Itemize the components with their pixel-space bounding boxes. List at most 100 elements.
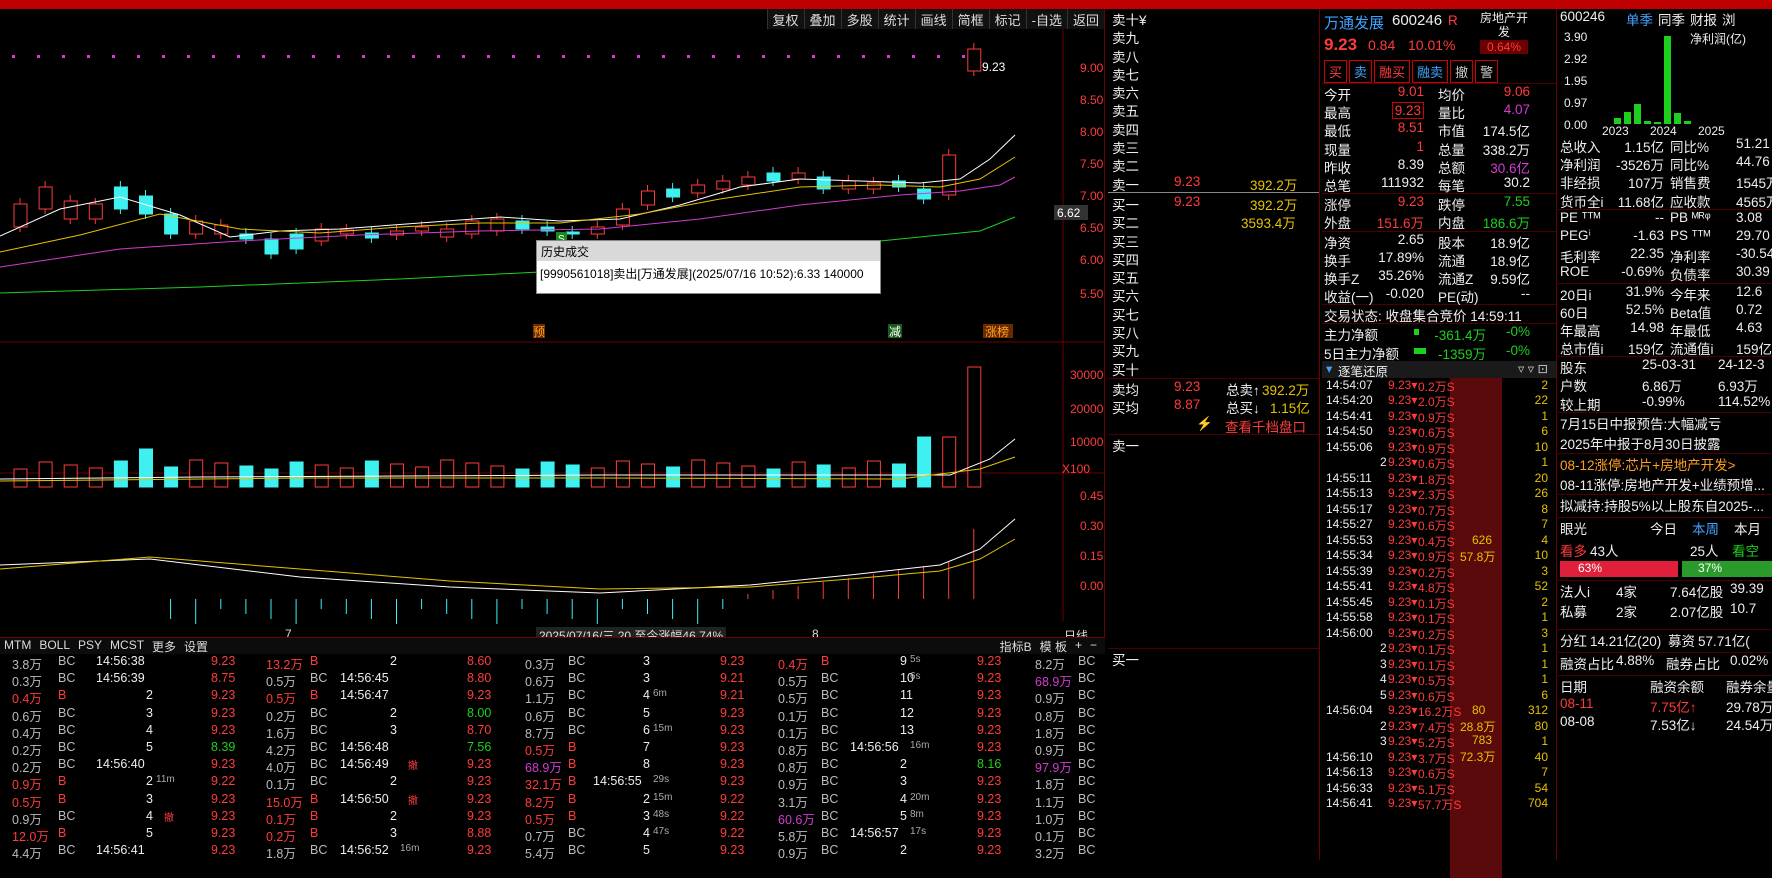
tick-price: 9.23▾ [1388, 718, 1418, 733]
toolbar-button[interactable]: 返回 [1066, 9, 1104, 29]
notice-item[interactable]: 拟减持:持股5%以上股东自2025-... [1558, 495, 1772, 517]
tick-price: 9.23 [977, 705, 1002, 720]
signal-dot [262, 55, 265, 58]
tick-time: 12 [900, 705, 914, 720]
eye-tab[interactable]: 今日 [1650, 518, 1677, 538]
cluster-count: 626 [1472, 532, 1493, 547]
indicator-control-button[interactable]: 指标B [996, 638, 1036, 654]
trade-button[interactable]: 融买 [1374, 60, 1411, 83]
trade-button[interactable]: 买 [1324, 60, 1348, 83]
tick-volume: 0.1万 [778, 726, 808, 741]
margin-cell: 08-08 [1560, 714, 1595, 729]
tick-row: 11 9.23 0.9万 BC [850, 688, 1100, 706]
tick-volume: 0.9万S [1418, 441, 1455, 456]
tick-volume: 0.4万 [12, 692, 42, 707]
tick-volume: 0.1万S [1418, 643, 1455, 658]
trade-button[interactable]: 撤 [1450, 60, 1474, 83]
toolbar-button[interactable]: 统计 [877, 9, 915, 29]
tick-row: 8 9.23 0.8万 BC [593, 757, 843, 775]
f10-value: 159亿 [1736, 342, 1772, 358]
view-1000-depth-link[interactable]: 查看千档盘口 [1225, 416, 1306, 436]
tick-volume: 0.6万S [1418, 767, 1455, 782]
eye-tab[interactable]: 本周 [1692, 518, 1719, 538]
tick-count: 10 [1534, 439, 1548, 454]
limit-up-news[interactable]: 08-12涨停:芯片+房地产开发> [1558, 454, 1772, 474]
toolbar-button[interactable]: 叠加 [803, 9, 841, 29]
indicator-tab[interactable]: MTM [0, 638, 35, 654]
toolbar-button[interactable]: 复权 [766, 9, 804, 29]
tick-price: 9.23 [720, 654, 745, 668]
quote-row: 外盘 151.6万 内盘 186.6万 [1322, 212, 1556, 231]
collapse-icon[interactable]: ▾ [1326, 361, 1332, 376]
tick-price: 9.23 [211, 722, 236, 737]
indicator-tab[interactable]: 设置 [180, 638, 212, 654]
f10-header: 600246 单季 同季 财报浏 [1558, 9, 1772, 28]
indicator-control-button[interactable]: 模 板 [1036, 638, 1071, 654]
industry-pct: 0.64% [1480, 40, 1528, 54]
margin-ratio-row: 融资占比 4.88% 融券占比 0.02% [1558, 653, 1772, 675]
tick-row: 2 11m 9.22 0.1万 BC [96, 774, 346, 792]
volume-bar [766, 468, 781, 488]
tick-time: 14:54:07 [1326, 377, 1373, 392]
tick-row: 5 9.23 0.9万 BC [593, 843, 843, 861]
tick-side: BC [1078, 825, 1096, 840]
toolbar-button[interactable]: 多股 [840, 9, 878, 29]
toolbar-button[interactable]: 标记 [988, 9, 1026, 29]
indicator-tab[interactable]: 更多 [148, 638, 180, 654]
industry-name[interactable]: 房地产开发 [1480, 11, 1528, 39]
tick-side: BC [568, 722, 586, 737]
indicator-tab[interactable]: MCST [106, 638, 148, 654]
indicator-control-button[interactable]: + [1071, 638, 1086, 654]
mini-chart-bar [1674, 113, 1681, 124]
tick-price: 9.23 [211, 705, 236, 720]
tick-volume: 4.2万 [266, 743, 296, 758]
news-item[interactable]: 2025年中报于8月30日披露 [1558, 433, 1772, 453]
toolbar-button[interactable]: 简框 [951, 9, 989, 29]
volume-tick-label: 30000 [1070, 368, 1104, 382]
candle-body [816, 176, 831, 190]
eye-tab[interactable]: 本月 [1734, 518, 1761, 538]
trade-button[interactable]: 融卖 [1412, 60, 1449, 83]
tick-flag: 11m [156, 774, 175, 786]
tick-volume: 60.6万 [778, 812, 815, 827]
tick-side: BC [58, 705, 76, 720]
trade-button[interactable]: 卖 [1349, 60, 1373, 83]
indicator-control-button[interactable]: − [1086, 638, 1101, 654]
toolbar-button[interactable]: -自选 [1025, 9, 1067, 29]
tick-volume: 0.3万 [525, 658, 555, 672]
tick-restore-row: 14:55:11 9.23▾ 1.8万S 20 [1322, 471, 1556, 487]
kline-chart-panel[interactable]: 9.00 8.50 8.00 7.50 7.00 6.50 6.00 5.50 30000 200… [0, 9, 1105, 650]
tick-volume: 1.6万 [266, 726, 296, 741]
tick-restore-header: ▾ 逐笔还原 ▿ ▿ ⊡ [1322, 360, 1556, 379]
volume-bar [590, 467, 605, 488]
news-item[interactable]: 7月15日中报预告:大幅减亏 [1558, 413, 1772, 433]
avg-buy-row: 买均 8.87 总买↓ 1.15亿 [1108, 397, 1319, 416]
tick-price: 9.23▾ [1388, 625, 1418, 640]
tick-price: 9.23▾ [1388, 656, 1418, 671]
tick-count: 40 [1534, 749, 1548, 764]
tick-volume: 0.2万 [266, 709, 296, 724]
indicator-tab[interactable]: BOLL [35, 638, 74, 654]
price-change-pct: 10.01% [1408, 37, 1456, 53]
indicator-tab[interactable]: PSY [74, 638, 106, 654]
bull-count: 43人 [1590, 543, 1619, 559]
eye-row: 眼光今日本周本月本年 [1558, 518, 1772, 540]
buy-level-label: 买八 [1112, 326, 1139, 342]
kline-chart[interactable]: 9.00 8.50 8.00 7.50 7.00 6.50 6.00 5.50 30000 200… [0, 9, 1105, 650]
tick-row: 2 9.23 32.1万 B [340, 774, 590, 792]
toolbar-button[interactable]: 画线 [914, 9, 952, 29]
limit-up-news[interactable]: 08-11涨停:房地产开发+业绩预增... [1558, 474, 1772, 494]
stock-name[interactable]: 万通发展 [1324, 12, 1384, 33]
tick-count: 20 [1534, 470, 1548, 485]
filter-icons[interactable]: ▿ ▿ ⊡ [1518, 361, 1548, 376]
tick-volume: 0.2万 [266, 829, 296, 844]
tick-row: 14:56:38 9.23 13.2万 B [96, 654, 346, 672]
tooltip-body: [9990561018]卖出[万通发展](2025/07/16 10:52):6… [540, 267, 864, 281]
f10-row: 总市值i 159亿 流通值i 159亿 [1558, 338, 1772, 358]
trade-button[interactable]: 警 [1475, 60, 1499, 83]
tick-side: BC [821, 774, 839, 789]
sell-level-label: 卖九 [1112, 31, 1139, 47]
mini-y-label: 1.95 [1564, 74, 1588, 88]
candle-body [691, 184, 706, 194]
signal-dot [512, 55, 515, 58]
